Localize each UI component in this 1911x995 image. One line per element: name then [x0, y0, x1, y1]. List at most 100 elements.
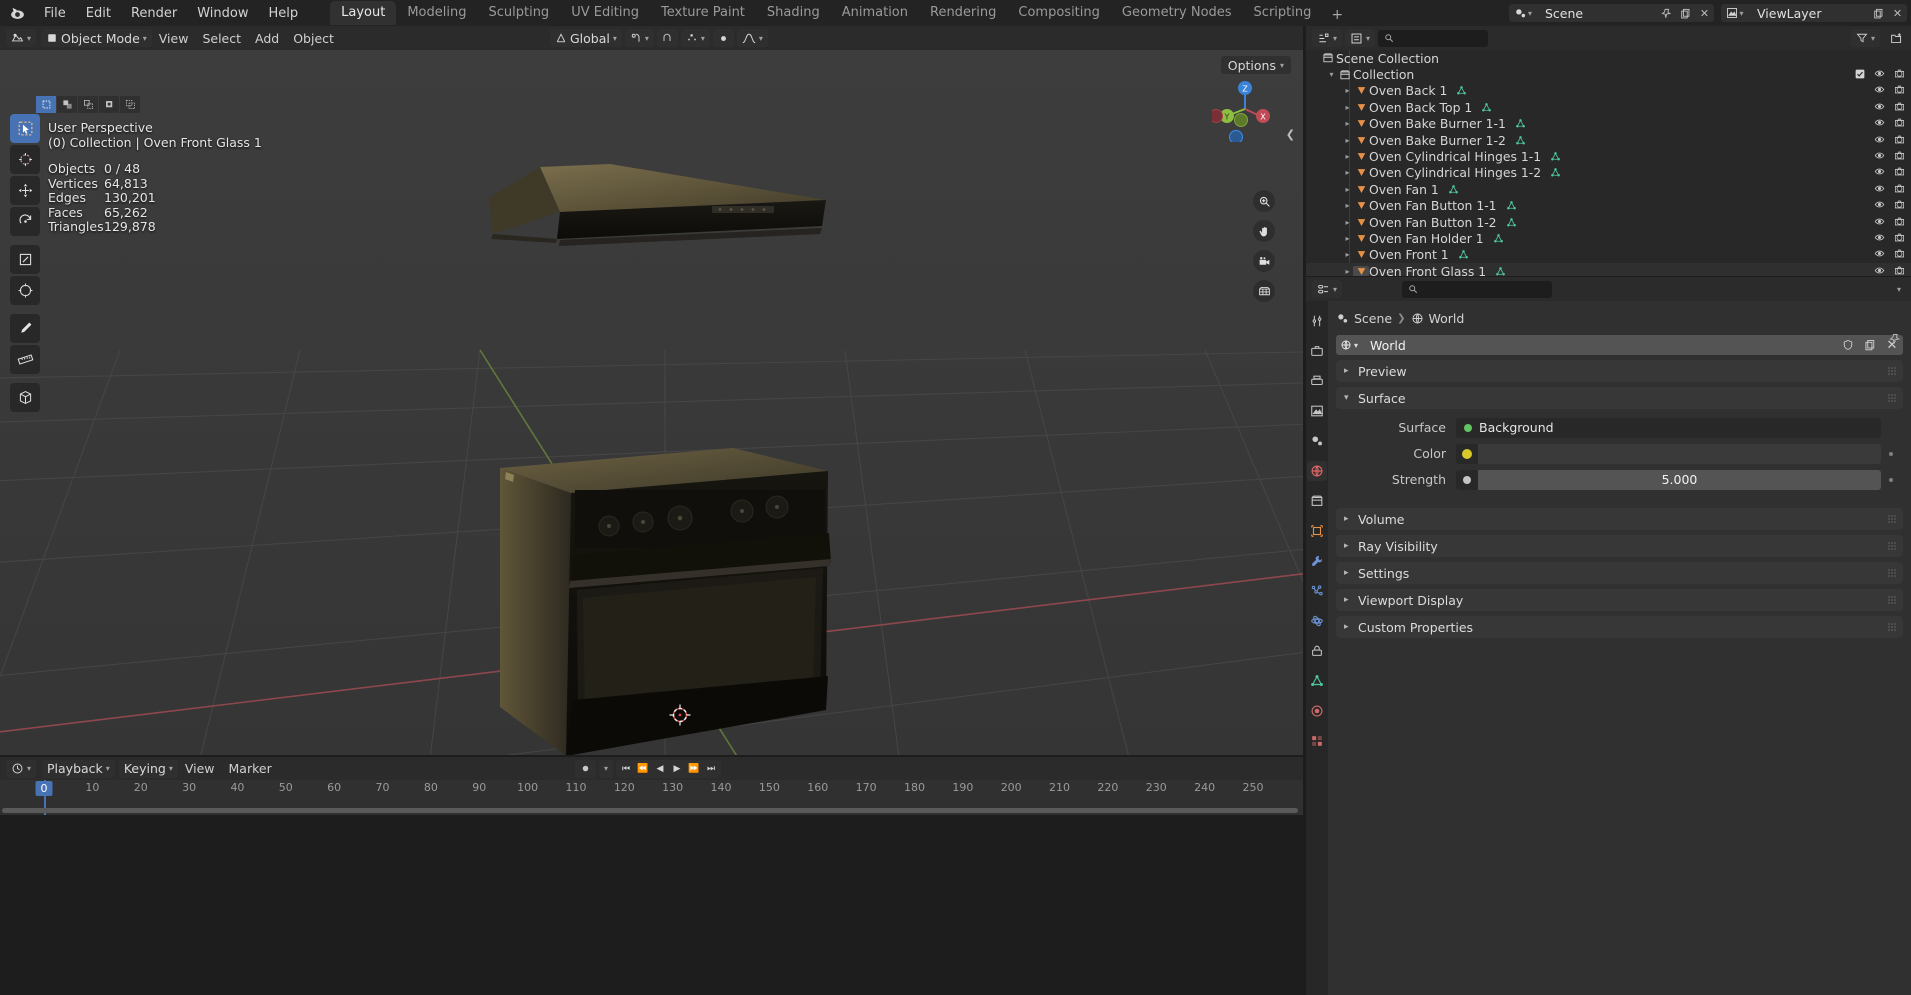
hide-in-viewport-icon[interactable] — [1874, 215, 1885, 230]
strength-value[interactable]: 5.000 — [1478, 469, 1881, 490]
constraint-tab-icon[interactable] — [1307, 641, 1327, 661]
hide-in-viewport-icon[interactable] — [1874, 264, 1885, 276]
animate-property-dot[interactable] — [1889, 451, 1893, 456]
disable-in-renders-icon[interactable] — [1894, 83, 1905, 98]
properties-options-caret[interactable]: ▾ — [1890, 280, 1911, 298]
output-tab-icon[interactable] — [1307, 371, 1327, 391]
add-cube-tool-icon[interactable] — [10, 383, 40, 412]
mesh-data-icon[interactable] — [1448, 184, 1459, 195]
tab-texture-paint[interactable]: Texture Paint — [650, 1, 756, 25]
outliner-item-7[interactable]: ▸ Oven Fan Button 1-1 — [1306, 198, 1911, 214]
disable-in-renders-icon[interactable] — [1894, 231, 1905, 246]
tab-geometry-nodes[interactable]: Geometry Nodes — [1111, 1, 1243, 25]
menu-edit[interactable]: Edit — [76, 3, 121, 24]
panel-settings-header[interactable]: ▸ Settings — [1336, 562, 1903, 584]
jump-end-icon[interactable]: ⏭ — [703, 760, 719, 778]
tab-modeling[interactable]: Modeling — [396, 1, 477, 25]
outliner-editor-type-icon[interactable]: ▾ — [1312, 29, 1343, 47]
timeline-editor-type-icon[interactable]: ▾ — [6, 759, 37, 778]
outliner-display-icon[interactable]: ▾ — [1345, 29, 1376, 47]
timeline-menu-keying[interactable]: Keying ▾ — [118, 759, 178, 778]
timeline-menu-playback[interactable]: Playback ▾ — [42, 759, 115, 778]
disable-in-renders-icon[interactable] — [1894, 67, 1905, 82]
disclosure-triangle-icon[interactable]: ▸ — [1342, 234, 1353, 243]
disable-in-renders-icon[interactable] — [1894, 100, 1905, 115]
outliner-item-5[interactable]: ▸ Oven Cylindrical Hinges 1-2 — [1306, 165, 1911, 181]
object-tab-icon[interactable] — [1307, 521, 1327, 541]
outliner-item-9[interactable]: ▸ Oven Fan Holder 1 — [1306, 230, 1911, 246]
hide-in-viewport-icon[interactable] — [1874, 247, 1885, 262]
auto-key-options-caret[interactable]: ▾ — [599, 759, 614, 778]
record-icon[interactable] — [575, 759, 596, 778]
outliner-item-2[interactable]: ▸ Oven Bake Burner 1-1 — [1306, 116, 1911, 132]
disclosure-triangle-icon[interactable]: ▸ — [1342, 267, 1353, 276]
tab-shading[interactable]: Shading — [756, 1, 831, 25]
viewport-3d[interactable]: User Perspective (0) Collection | Oven F… — [0, 50, 1303, 755]
disclosure-triangle-icon[interactable]: ▸ — [1342, 152, 1353, 161]
hide-in-viewport-icon[interactable] — [1874, 165, 1885, 180]
mesh-data-icon[interactable] — [1506, 217, 1517, 228]
hide-in-viewport-icon[interactable] — [1874, 198, 1885, 213]
tab-scripting[interactable]: Scripting — [1243, 1, 1323, 25]
tab-uv-editing[interactable]: UV Editing — [560, 1, 650, 25]
disclosure-triangle-icon[interactable]: ▸ — [1342, 168, 1353, 177]
render-tab-icon[interactable] — [1307, 341, 1327, 361]
collection-checkbox[interactable] — [1855, 67, 1865, 82]
outliner-item-6[interactable]: ▸ Oven Fan 1 — [1306, 181, 1911, 197]
move-tool-icon[interactable] — [10, 176, 40, 205]
view-layer-selector[interactable]: ▾ ViewLayer ✕ — [1721, 4, 1907, 22]
hide-in-viewport-icon[interactable] — [1874, 231, 1885, 246]
disable-in-renders-icon[interactable] — [1894, 165, 1905, 180]
scene-selector[interactable]: ▾ Scene ✕ — [1509, 4, 1714, 22]
viewport-menu-view[interactable]: View — [152, 29, 196, 47]
tweak-tool-icon[interactable] — [10, 114, 40, 143]
disable-in-renders-icon[interactable] — [1894, 133, 1905, 148]
panel-preview-header[interactable]: ▸ Preview — [1336, 360, 1903, 382]
prev-keyframe-icon[interactable]: ⏪ — [635, 760, 651, 778]
disable-in-renders-icon[interactable] — [1894, 215, 1905, 230]
navigation-gizmo[interactable]: Z Y X — [1212, 76, 1278, 142]
mesh-data-icon[interactable] — [1493, 233, 1504, 244]
outliner-scene-collection[interactable]: Scene Collection — [1306, 50, 1911, 66]
disable-in-renders-icon[interactable] — [1894, 198, 1905, 213]
zoom-icon[interactable] — [1253, 190, 1275, 212]
modifier-tab-icon[interactable] — [1307, 551, 1327, 571]
transform-tool-icon[interactable] — [10, 276, 40, 305]
hide-in-viewport-icon[interactable] — [1874, 116, 1885, 131]
jump-start-icon[interactable]: ⏮ — [618, 760, 634, 778]
viewport-menu-select[interactable]: Select — [195, 29, 248, 47]
strength-field[interactable]: 5.000 — [1456, 469, 1881, 490]
hide-in-viewport-icon[interactable] — [1874, 67, 1885, 82]
camera-view-icon[interactable] — [1253, 250, 1275, 272]
transform-orientation-selector[interactable]: Global ▾ — [550, 29, 622, 47]
material-tab-icon[interactable] — [1307, 701, 1327, 721]
viewport-menu-object[interactable]: Object — [286, 29, 341, 47]
rotate-tool-icon[interactable] — [10, 207, 40, 236]
disable-in-renders-icon[interactable] — [1894, 149, 1905, 164]
snap-target-selector[interactable]: ▾ — [624, 29, 654, 47]
tab-compositing[interactable]: Compositing — [1007, 1, 1111, 25]
select-invert-icon[interactable] — [99, 96, 119, 113]
view-layer-tab-icon[interactable] — [1307, 401, 1327, 421]
select-set-icon[interactable] — [36, 96, 56, 113]
blender-logo-icon[interactable] — [0, 0, 34, 26]
proportional-falloff-icon[interactable] — [712, 29, 734, 47]
interaction-mode-selector[interactable]: Object Mode ▾ — [41, 29, 152, 47]
timeline-menu-view[interactable]: View — [178, 760, 222, 778]
menu-window[interactable]: Window — [187, 3, 258, 24]
tab-sculpting[interactable]: Sculpting — [477, 1, 560, 25]
disable-in-renders-icon[interactable] — [1894, 247, 1905, 262]
pin-id-icon[interactable] — [1889, 333, 1901, 349]
annotate-tool-icon[interactable] — [10, 314, 40, 343]
outliner-item-11[interactable]: ▸ Oven Front Glass 1 — [1306, 263, 1911, 276]
view-layer-name[interactable]: ViewLayer — [1749, 4, 1869, 22]
proportional-edit-icon[interactable]: ▾ — [680, 29, 710, 47]
outliner-item-1[interactable]: ▸ Oven Back Top 1 — [1306, 99, 1911, 115]
mesh-data-icon[interactable] — [1481, 102, 1492, 113]
timeline-scrollbar[interactable] — [2, 808, 1298, 813]
mesh-data-icon[interactable] — [1515, 135, 1526, 146]
world-tab-icon[interactable] — [1307, 461, 1327, 481]
pan-hand-icon[interactable] — [1253, 220, 1275, 242]
play-icon[interactable]: ▶ — [669, 760, 685, 778]
mesh-data-icon[interactable] — [1515, 118, 1526, 129]
